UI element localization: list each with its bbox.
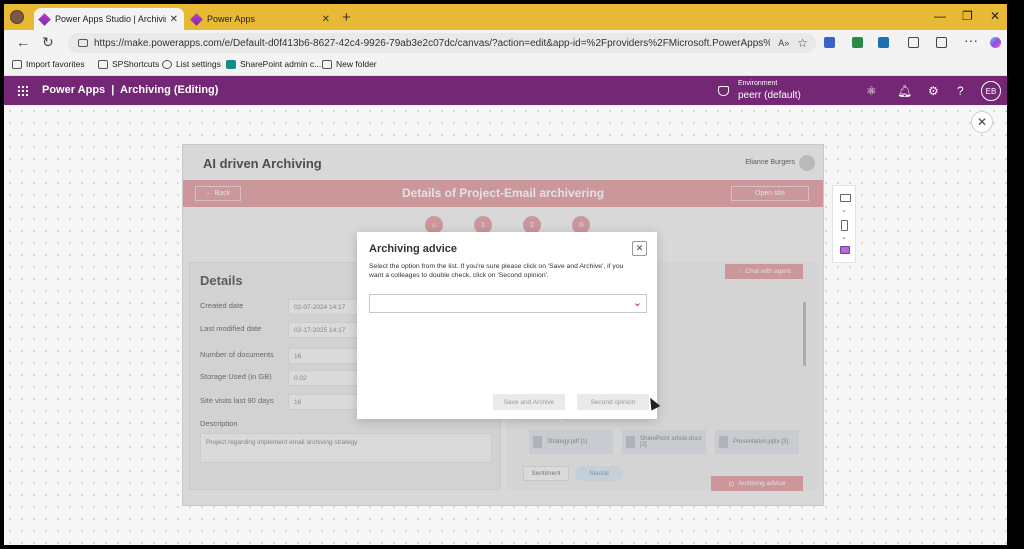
database-icon[interactable] bbox=[840, 246, 850, 254]
close-icon[interactable]: ✕ bbox=[632, 241, 647, 256]
tab-power-apps-studio[interactable]: Power Apps Studio | Archiving (E ✕ bbox=[34, 8, 184, 30]
favorites-icon[interactable] bbox=[936, 37, 947, 48]
minimize-icon[interactable]: — bbox=[934, 9, 946, 23]
save-and-archive-button[interactable]: Save and Archive bbox=[493, 394, 565, 410]
globe-icon bbox=[162, 59, 172, 69]
environment-name[interactable]: peerr (default) bbox=[738, 90, 801, 101]
extensions-icon[interactable] bbox=[908, 37, 919, 48]
archiving-advice-dialog: Archiving advice ✕ Select the option fro… bbox=[357, 232, 657, 419]
address-bar[interactable]: https://make.powerapps.com/e/Default-d0f… bbox=[68, 33, 816, 53]
help-icon[interactable]: ? bbox=[957, 84, 964, 98]
chevron-down-icon[interactable]: ⌄ bbox=[841, 206, 847, 214]
device-tool-strip: ⌄ ⌄ bbox=[832, 185, 856, 263]
bookmark-sharepoint-admin[interactable]: SharePoint admin c... bbox=[226, 59, 321, 69]
page-title: Power Apps | Archiving (Editing) bbox=[42, 84, 219, 96]
favorite-star-icon[interactable]: ☆ bbox=[797, 36, 808, 50]
environment-icon bbox=[718, 86, 729, 96]
back-arrow-icon[interactable]: ← bbox=[16, 34, 30, 50]
copilot-icon[interactable] bbox=[990, 37, 1001, 48]
tablet-icon[interactable] bbox=[840, 194, 851, 202]
tab-strip: Power Apps Studio | Archiving (E ✕ Power… bbox=[4, 4, 1007, 30]
preview-canvas: ✕ AI driven Archiving Elianne Burgers ← … bbox=[4, 105, 1007, 545]
more-icon[interactable]: ··· bbox=[964, 32, 978, 48]
browser-toolbar: ← ↻ https://make.powerapps.com/e/Default… bbox=[4, 30, 1007, 56]
new-tab-button[interactable]: + bbox=[342, 9, 351, 26]
bookmark-list-settings[interactable]: List settings bbox=[162, 59, 221, 69]
extension-icon[interactable] bbox=[824, 37, 835, 48]
import-icon bbox=[12, 59, 22, 69]
close-tab-icon[interactable]: ✕ bbox=[170, 14, 178, 25]
bell-icon[interactable]: 🔔︎ bbox=[897, 84, 912, 98]
user-avatar[interactable]: EB bbox=[981, 81, 1001, 101]
lock-icon bbox=[78, 39, 88, 47]
folder-icon bbox=[322, 59, 332, 69]
close-tab-icon[interactable]: ✕ bbox=[322, 14, 330, 25]
dialog-title: Archiving advice bbox=[369, 243, 458, 255]
power-apps-header: Power Apps | Archiving (Editing) Environ… bbox=[4, 76, 1007, 105]
restore-icon[interactable]: ❐ bbox=[962, 9, 973, 23]
tab-power-apps[interactable]: Power Apps ✕ bbox=[186, 8, 336, 30]
close-preview-icon[interactable]: ✕ bbox=[971, 111, 993, 133]
phone-icon[interactable] bbox=[841, 220, 848, 231]
bookmark-spshortcuts[interactable]: SPShortcuts bbox=[98, 59, 159, 69]
extension-icon[interactable] bbox=[878, 37, 889, 48]
tab-title: Power Apps Studio | Archiving (E bbox=[55, 14, 166, 24]
close-window-icon[interactable]: ✕ bbox=[990, 9, 1000, 23]
tab-title: Power Apps bbox=[207, 14, 256, 24]
folder-icon bbox=[98, 59, 108, 69]
read-aloud-icon[interactable]: A» bbox=[778, 38, 789, 48]
advice-dropdown[interactable]: ⌄ bbox=[369, 294, 647, 313]
app-launcher-icon[interactable] bbox=[17, 85, 28, 96]
bookmarks-bar: Import favorites SPShortcuts List settin… bbox=[4, 56, 1007, 76]
gear-icon[interactable]: ⚙ bbox=[928, 84, 939, 98]
bookmark-new-folder[interactable]: New folder bbox=[322, 59, 377, 69]
browser-window: Power Apps Studio | Archiving (E ✕ Power… bbox=[4, 4, 1007, 545]
second-opinion-button[interactable]: Second opinion bbox=[577, 394, 649, 410]
url-text: https://make.powerapps.com/e/Default-d0f… bbox=[94, 37, 771, 49]
power-apps-icon bbox=[38, 12, 51, 26]
extension-icon[interactable] bbox=[852, 37, 863, 48]
profile-avatar[interactable] bbox=[10, 10, 24, 24]
copilot-header-icon[interactable]: ⚛ bbox=[866, 84, 877, 98]
environment-label: Environment bbox=[738, 80, 778, 87]
chevron-down-icon[interactable]: ⌄ bbox=[633, 296, 642, 309]
refresh-icon[interactable]: ↻ bbox=[42, 34, 54, 51]
dialog-instructions: Select the option from the list. If you'… bbox=[369, 263, 624, 279]
chevron-down-icon[interactable]: ⌄ bbox=[841, 233, 847, 241]
power-apps-icon bbox=[190, 12, 203, 26]
sharepoint-icon bbox=[226, 59, 236, 69]
bookmark-import-favorites[interactable]: Import favorites bbox=[12, 59, 85, 69]
